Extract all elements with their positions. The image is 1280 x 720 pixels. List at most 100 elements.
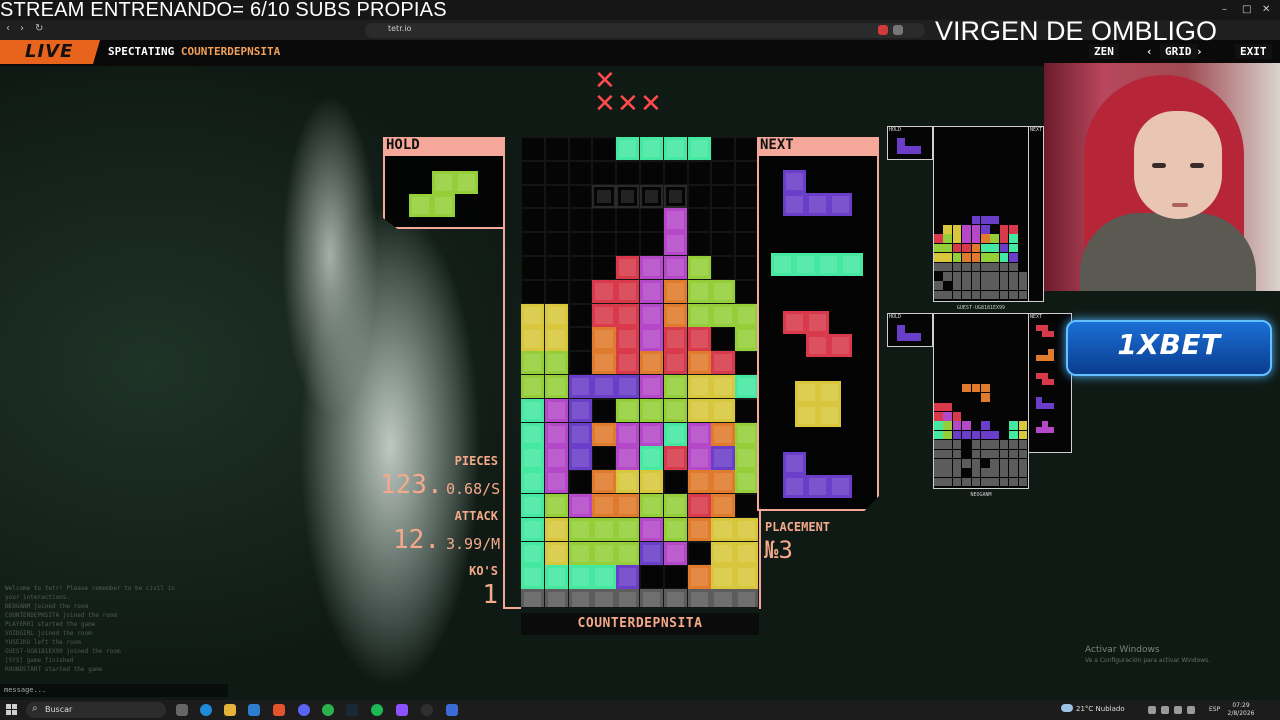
opponent-block: [1009, 421, 1018, 430]
opponent-garbage-block: [1009, 272, 1018, 281]
next-piece-block: [783, 452, 806, 475]
clock-date[interactable]: 2/8/2026: [1226, 710, 1256, 717]
life-lost-x-icon: ✕: [594, 89, 616, 119]
board-grid-cell: [521, 232, 545, 256]
opponent-garbage-block: [934, 468, 943, 477]
prev-view-arrow[interactable]: ‹: [1146, 44, 1153, 59]
weather-status[interactable]: 21°C Nublado: [1076, 705, 1125, 713]
board-grid-cell: [735, 398, 759, 423]
board-block: [735, 327, 759, 351]
windows-start-icon[interactable]: [6, 704, 18, 716]
opponent-next-block: [1048, 379, 1054, 385]
network-icon[interactable]: [1174, 706, 1182, 714]
chat-message: NEOGANM joined the room: [5, 603, 89, 610]
weather-cloud-icon: [1061, 704, 1073, 712]
board-grid-cell: [544, 184, 569, 209]
brave-browser-icon[interactable]: [273, 704, 285, 716]
opponent-block: [952, 234, 962, 243]
board-block: [687, 517, 711, 541]
board-block: [687, 327, 711, 351]
volume-icon[interactable]: [1187, 706, 1195, 714]
opponent-block: [981, 234, 990, 243]
discord-icon[interactable]: [298, 704, 310, 716]
board-grid-cell: [568, 470, 593, 494]
next-label: NEXT: [757, 137, 879, 156]
opponent-garbage-block: [999, 468, 1009, 477]
brave-shield-icon[interactable]: [878, 25, 888, 35]
garbage-block: [711, 589, 735, 607]
board-grid-cell: [640, 160, 664, 185]
mail-icon[interactable]: [248, 704, 260, 716]
opponent-block: [952, 253, 962, 262]
attack-rate: 3.99/M: [446, 535, 501, 553]
board-block: [544, 470, 568, 494]
opponent-garbage-block: [981, 290, 990, 300]
board-player-name: COUNTERDEPNSITA: [521, 613, 759, 635]
address-bar[interactable]: [365, 23, 925, 38]
board-block: [544, 375, 568, 399]
board-block: [568, 494, 592, 518]
board-block: [592, 327, 616, 351]
back-icon[interactable]: ‹: [6, 23, 10, 34]
opponent-garbage-block: [981, 440, 990, 449]
opponent-garbage-block: [971, 459, 981, 468]
input-language[interactable]: ESP: [1209, 706, 1220, 713]
next-piece-block: [795, 381, 818, 404]
tray-icon[interactable]: [1148, 706, 1156, 714]
opponent-block: [999, 243, 1009, 253]
board-block: [544, 446, 568, 470]
tray-icon[interactable]: [1161, 706, 1169, 714]
board-block: [616, 494, 640, 518]
board-grid-cell: [735, 256, 759, 280]
opponent-block: [971, 430, 981, 440]
edge-icon[interactable]: [200, 704, 212, 716]
task-view-icon[interactable]: [176, 704, 188, 716]
board-block: [711, 351, 735, 375]
pieces-label: PIECES: [454, 454, 498, 468]
whatsapp-icon[interactable]: [322, 704, 334, 716]
board-grid-cell: [521, 184, 545, 209]
opponent-block: [943, 402, 952, 412]
board-grid-cell: [568, 160, 593, 185]
board-block: [544, 351, 568, 375]
minimize-icon[interactable]: –: [1222, 4, 1227, 15]
next-view-arrow[interactable]: ›: [1196, 44, 1203, 59]
opponent-block: [1009, 430, 1018, 440]
board-grid-cell: [687, 232, 712, 256]
board-grid-cell: [616, 208, 640, 233]
close-window-icon[interactable]: ✕: [1262, 4, 1270, 15]
opponent-garbage-block: [943, 459, 952, 468]
grid-button[interactable]: GRID: [1160, 44, 1197, 59]
board-block: [687, 398, 711, 422]
opponent-block: [971, 383, 981, 393]
opponent-garbage-block: [943, 449, 952, 459]
board-block: [687, 565, 711, 589]
board-grid-cell: [568, 303, 593, 328]
clock-time[interactable]: 07:29: [1226, 702, 1256, 709]
opponent-block: [943, 430, 952, 440]
obs-plugin-icon[interactable]: [396, 704, 408, 716]
opponent-block: [990, 253, 999, 262]
maximize-icon[interactable]: □: [1242, 4, 1251, 15]
garbage-block: [687, 589, 711, 607]
steam-icon[interactable]: [346, 704, 358, 716]
opponent-garbage-block: [1009, 459, 1018, 468]
obs-icon[interactable]: [421, 704, 433, 716]
zen-button[interactable]: ZEN: [1089, 44, 1119, 59]
exit-button[interactable]: EXIT: [1235, 44, 1272, 59]
hold-piece-block: [432, 194, 455, 217]
brave-rewards-icon[interactable]: [893, 25, 903, 35]
spotify-icon[interactable]: [371, 704, 383, 716]
forward-icon[interactable]: ›: [20, 23, 24, 34]
hold-piece-block: [409, 194, 432, 217]
app-icon[interactable]: [446, 704, 458, 716]
webcam-feed: [1044, 63, 1280, 291]
chat-input[interactable]: message...: [0, 684, 228, 697]
reload-icon[interactable]: ↻: [35, 23, 43, 34]
board-block: [711, 517, 735, 541]
board-block: [640, 541, 664, 565]
file-explorer-icon[interactable]: [224, 704, 236, 716]
opponent-garbage-block: [1018, 290, 1028, 300]
board-grid-cell: [616, 160, 640, 185]
board-block: [592, 279, 616, 303]
